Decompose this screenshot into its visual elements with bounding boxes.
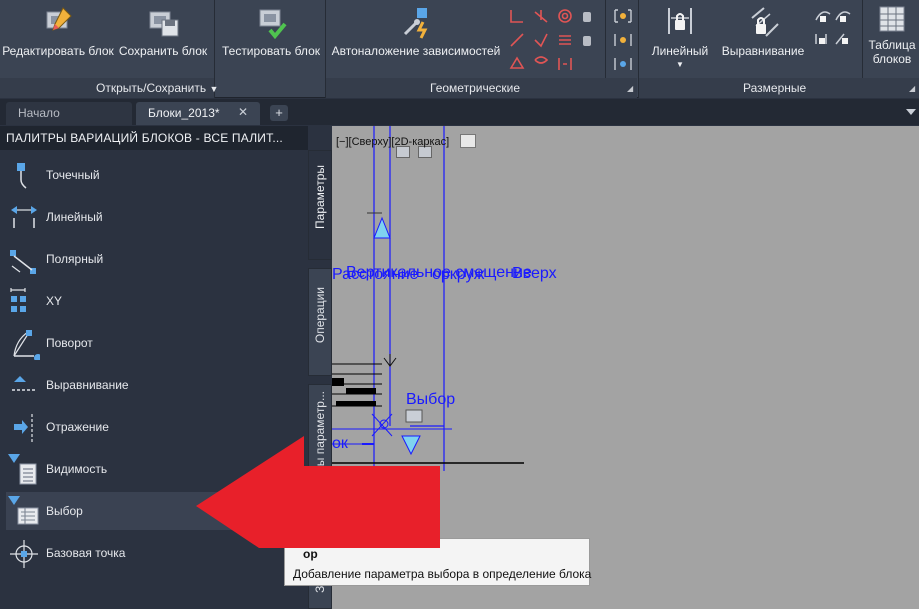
- palette-item-alignment[interactable]: Выравнивание: [6, 366, 306, 404]
- ribbon: Редактировать блок Сохранить блок Тестир…: [0, 0, 919, 98]
- polar-parameter-icon: [10, 250, 36, 274]
- constraint-visibility-group: [614, 9, 632, 70]
- save-block-button[interactable]: Сохранить блок: [116, 4, 210, 58]
- point-parameter-icon: [17, 163, 27, 189]
- lookup-parameter-icon: [8, 496, 39, 525]
- close-icon[interactable]: ✕: [238, 105, 248, 119]
- block-table-label-2: блоков: [872, 52, 912, 66]
- viewport-controls[interactable]: [−][Сверху][2D-каркас]: [336, 136, 449, 148]
- palette-title: ПАЛИТРЫ ВАРИАЦИЙ БЛОКОВ - ВСЕ ПАЛИТ...: [0, 126, 308, 150]
- dimension-small-icons: [815, 11, 851, 45]
- side-tab-parameters[interactable]: Параметры: [308, 150, 332, 260]
- test-block-button[interactable]: Тестировать блок: [220, 4, 322, 58]
- panel-label-open-save[interactable]: Открыть/Сохранить ▼: [96, 81, 218, 95]
- auto-constraint-button[interactable]: Автоналожение зависимостей: [330, 4, 502, 58]
- tooltip-title: ор: [303, 547, 318, 561]
- block-table-button[interactable]: Таблица блоков: [866, 4, 918, 66]
- palette-item-point[interactable]: Точечный: [6, 156, 306, 194]
- basepoint-parameter-icon: [10, 540, 38, 568]
- edit-block-icon: [46, 7, 72, 31]
- lookup-parameter-label: Выбор: [406, 391, 456, 408]
- alignment-parameter-icon: [12, 376, 36, 391]
- linear-parameter-icon: [11, 206, 37, 228]
- xy-parameter-icon: [10, 288, 26, 312]
- rotation-parameter-icon: [13, 330, 40, 360]
- panel-launcher-icon[interactable]: ◢: [909, 84, 915, 93]
- tab-blocks[interactable]: Блоки_2013* ✕: [136, 102, 260, 125]
- parameter-set-icon[interactable]: [460, 134, 476, 148]
- visibility-parameter-icon: [8, 454, 37, 485]
- test-block-icon: [259, 9, 287, 40]
- align-dimension-button[interactable]: Выравнивание: [720, 4, 806, 58]
- auto-constraint-icon: [403, 8, 428, 39]
- tab-blocks-label: Блоки_2013*: [148, 106, 220, 120]
- dropdown-arrow-icon[interactable]: ▼: [209, 84, 218, 94]
- geometric-constraints-group: [509, 9, 591, 70]
- dim-label-up: Вверх: [512, 265, 557, 282]
- save-block-icon: [149, 11, 179, 37]
- document-tabs: Начало Блоки_2013* ✕ +: [0, 99, 919, 125]
- palette-item-xy[interactable]: XY: [6, 282, 306, 320]
- red-arrow-annotation: [196, 436, 440, 548]
- dim-label-round: оркруж: [432, 266, 485, 283]
- tooltip-description: Добавление параметра выбора в определени…: [293, 567, 592, 581]
- palette-item-rotation[interactable]: Поворот: [6, 324, 306, 362]
- add-tab-button[interactable]: +: [270, 105, 288, 121]
- edit-block-button[interactable]: Редактировать блок: [2, 4, 114, 58]
- tab-start[interactable]: Начало: [6, 102, 132, 125]
- tab-list-dropdown-icon[interactable]: [906, 109, 916, 115]
- palette-item-linear[interactable]: Линейный: [6, 198, 306, 236]
- panel-label-geometric: Геометрические: [430, 81, 520, 95]
- side-tab-actions[interactable]: Операции: [308, 268, 332, 376]
- flip-parameter-icon: [14, 414, 33, 442]
- panel-label-dimensional: Размерные: [743, 81, 807, 95]
- linear-dimension-icon: [668, 8, 692, 34]
- chevron-down-icon[interactable]: ▼: [646, 60, 714, 69]
- block-table-icon: [879, 6, 905, 32]
- block-table-label-1: Таблица: [868, 38, 916, 52]
- palette-item-polar[interactable]: Полярный: [6, 240, 306, 278]
- panel-launcher-icon[interactable]: ◢: [627, 84, 633, 93]
- align-dimension-icon: [751, 7, 779, 37]
- linear-dimension-button[interactable]: Линейный ▼: [646, 4, 714, 69]
